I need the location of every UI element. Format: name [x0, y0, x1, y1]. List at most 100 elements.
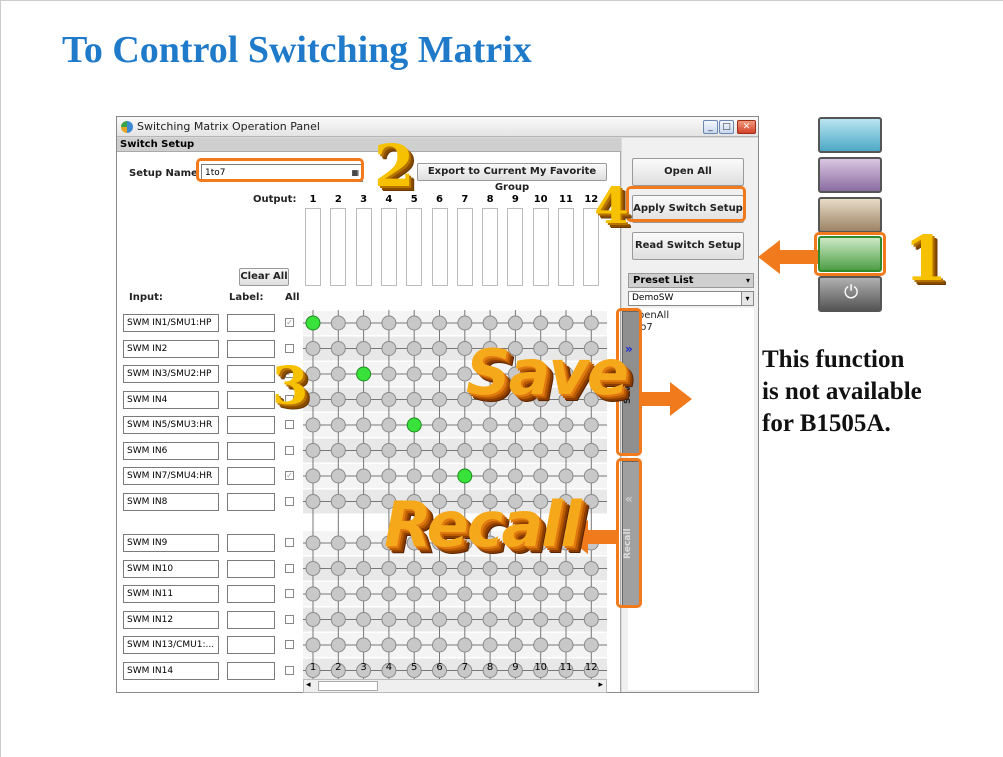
switch-node-open[interactable]	[533, 612, 549, 627]
input-name-field[interactable]: SWM IN10	[123, 559, 219, 578]
switch-node-open[interactable]	[482, 468, 498, 484]
all-checkbox[interactable]: ✓	[285, 471, 294, 480]
output-label-field[interactable]	[406, 208, 423, 286]
input-label-field[interactable]	[227, 314, 275, 332]
switch-node-open[interactable]	[381, 315, 397, 331]
read-switch-setup-button[interactable]: Read Switch Setup	[632, 232, 744, 260]
switch-node-open[interactable]	[482, 586, 498, 602]
input-label-field[interactable]	[227, 661, 275, 680]
switch-node-open[interactable]	[583, 417, 599, 433]
switch-node-open[interactable]	[457, 637, 473, 653]
switch-node-closed[interactable]	[356, 366, 372, 382]
output-label-field[interactable]	[532, 208, 549, 286]
clear-all-button[interactable]: Clear All	[239, 268, 289, 286]
output-label-field[interactable]	[330, 208, 347, 286]
switch-node-open[interactable]	[330, 586, 346, 602]
input-label-field[interactable]	[227, 585, 275, 603]
switch-node-open[interactable]	[558, 417, 574, 433]
switch-node-open[interactable]	[356, 561, 372, 576]
input-name-field[interactable]: SWM IN5/SMU3:HR	[123, 416, 219, 434]
output-label-field[interactable]	[380, 208, 397, 286]
switch-node-open[interactable]	[406, 315, 422, 331]
switch-node-open[interactable]	[305, 637, 321, 653]
switch-node-open[interactable]	[406, 586, 422, 602]
switch-node-open[interactable]	[558, 315, 574, 331]
switch-node-open[interactable]	[356, 417, 372, 433]
switch-node-open[interactable]	[381, 366, 397, 382]
output-label-field[interactable]	[482, 208, 499, 286]
switch-node-open[interactable]	[482, 443, 498, 458]
input-label-field[interactable]	[227, 416, 275, 434]
output-label-field[interactable]	[558, 208, 574, 286]
switch-node-open[interactable]	[558, 468, 574, 484]
switch-node-open[interactable]	[330, 392, 346, 407]
switch-node-open[interactable]	[507, 443, 523, 458]
input-name-field[interactable]: SWM IN7/SMU4:HR	[123, 467, 219, 485]
input-label-field[interactable]	[227, 467, 275, 485]
switch-node-open[interactable]	[482, 561, 498, 576]
switch-node-open[interactable]	[558, 586, 574, 602]
switch-node-closed[interactable]	[406, 417, 422, 433]
switch-node-open[interactable]	[305, 443, 321, 458]
input-label-field[interactable]	[227, 492, 275, 511]
switch-node-open[interactable]	[305, 586, 321, 602]
input-label-field[interactable]	[227, 559, 275, 578]
switch-node-open[interactable]	[356, 392, 372, 407]
switch-node-open[interactable]	[507, 637, 523, 653]
switch-node-open[interactable]	[583, 468, 599, 484]
horizontal-scrollbar[interactable]: ◂ ▸	[303, 679, 607, 693]
switch-node-open[interactable]	[432, 612, 447, 627]
input-name-field[interactable]: SWM IN8	[123, 492, 219, 511]
scroll-left-icon[interactable]: ◂	[306, 680, 311, 690]
switch-node-open[interactable]	[432, 586, 447, 602]
switch-node-open[interactable]	[330, 468, 346, 484]
preset-group-select[interactable]: DemoSW ▾	[628, 291, 754, 306]
switch-node-open[interactable]	[381, 417, 397, 433]
switch-node-open[interactable]	[356, 637, 372, 653]
switch-node-open[interactable]	[406, 341, 422, 356]
switch-node-open[interactable]	[533, 468, 549, 484]
switch-node-open[interactable]	[356, 535, 372, 551]
switch-node-open[interactable]	[381, 586, 397, 602]
switch-node-open[interactable]	[507, 468, 523, 484]
switch-node-open[interactable]	[330, 366, 346, 382]
switch-node-open[interactable]	[482, 637, 498, 653]
all-checkbox[interactable]	[285, 640, 294, 649]
switch-node-open[interactable]	[381, 468, 397, 484]
all-checkbox[interactable]	[285, 343, 294, 353]
switch-node-open[interactable]	[533, 315, 549, 331]
switch-node-open[interactable]	[457, 315, 473, 331]
switch-node-open[interactable]	[356, 612, 372, 627]
all-checkbox[interactable]	[285, 538, 294, 547]
switch-node-open[interactable]	[432, 315, 447, 331]
open-all-button[interactable]: Open All	[632, 158, 744, 186]
switch-node-open[interactable]	[583, 612, 599, 627]
output-label-field[interactable]	[456, 208, 473, 286]
switch-node-open[interactable]	[507, 612, 523, 627]
switch-node-open[interactable]	[432, 366, 447, 382]
switch-node-open[interactable]	[558, 561, 574, 576]
switch-node-open[interactable]	[583, 637, 599, 653]
switch-node-open[interactable]	[432, 468, 447, 484]
switch-node-open[interactable]	[507, 561, 523, 576]
input-name-field[interactable]: SWM IN14	[123, 661, 219, 680]
switch-node-open[interactable]	[330, 612, 346, 627]
input-name-field[interactable]: SWM IN4	[123, 390, 219, 409]
output-label-field[interactable]	[355, 208, 372, 286]
switch-node-open[interactable]	[583, 443, 599, 458]
switch-node-open[interactable]	[356, 468, 372, 484]
switch-node-open[interactable]	[583, 494, 599, 509]
switch-node-open[interactable]	[533, 443, 549, 458]
switch-node-open[interactable]	[457, 586, 473, 602]
switch-node-open[interactable]	[507, 417, 523, 433]
switch-node-open[interactable]	[305, 612, 321, 627]
switch-node-open[interactable]	[406, 612, 422, 627]
switch-node-open[interactable]	[406, 392, 422, 407]
switch-node-open[interactable]	[583, 586, 599, 602]
switch-node-open[interactable]	[457, 443, 473, 458]
switch-node-open[interactable]	[330, 417, 346, 433]
switch-node-open[interactable]	[381, 637, 397, 653]
switch-node-closed[interactable]	[457, 468, 473, 484]
switch-node-open[interactable]	[330, 315, 346, 331]
all-checkbox[interactable]	[285, 496, 294, 506]
